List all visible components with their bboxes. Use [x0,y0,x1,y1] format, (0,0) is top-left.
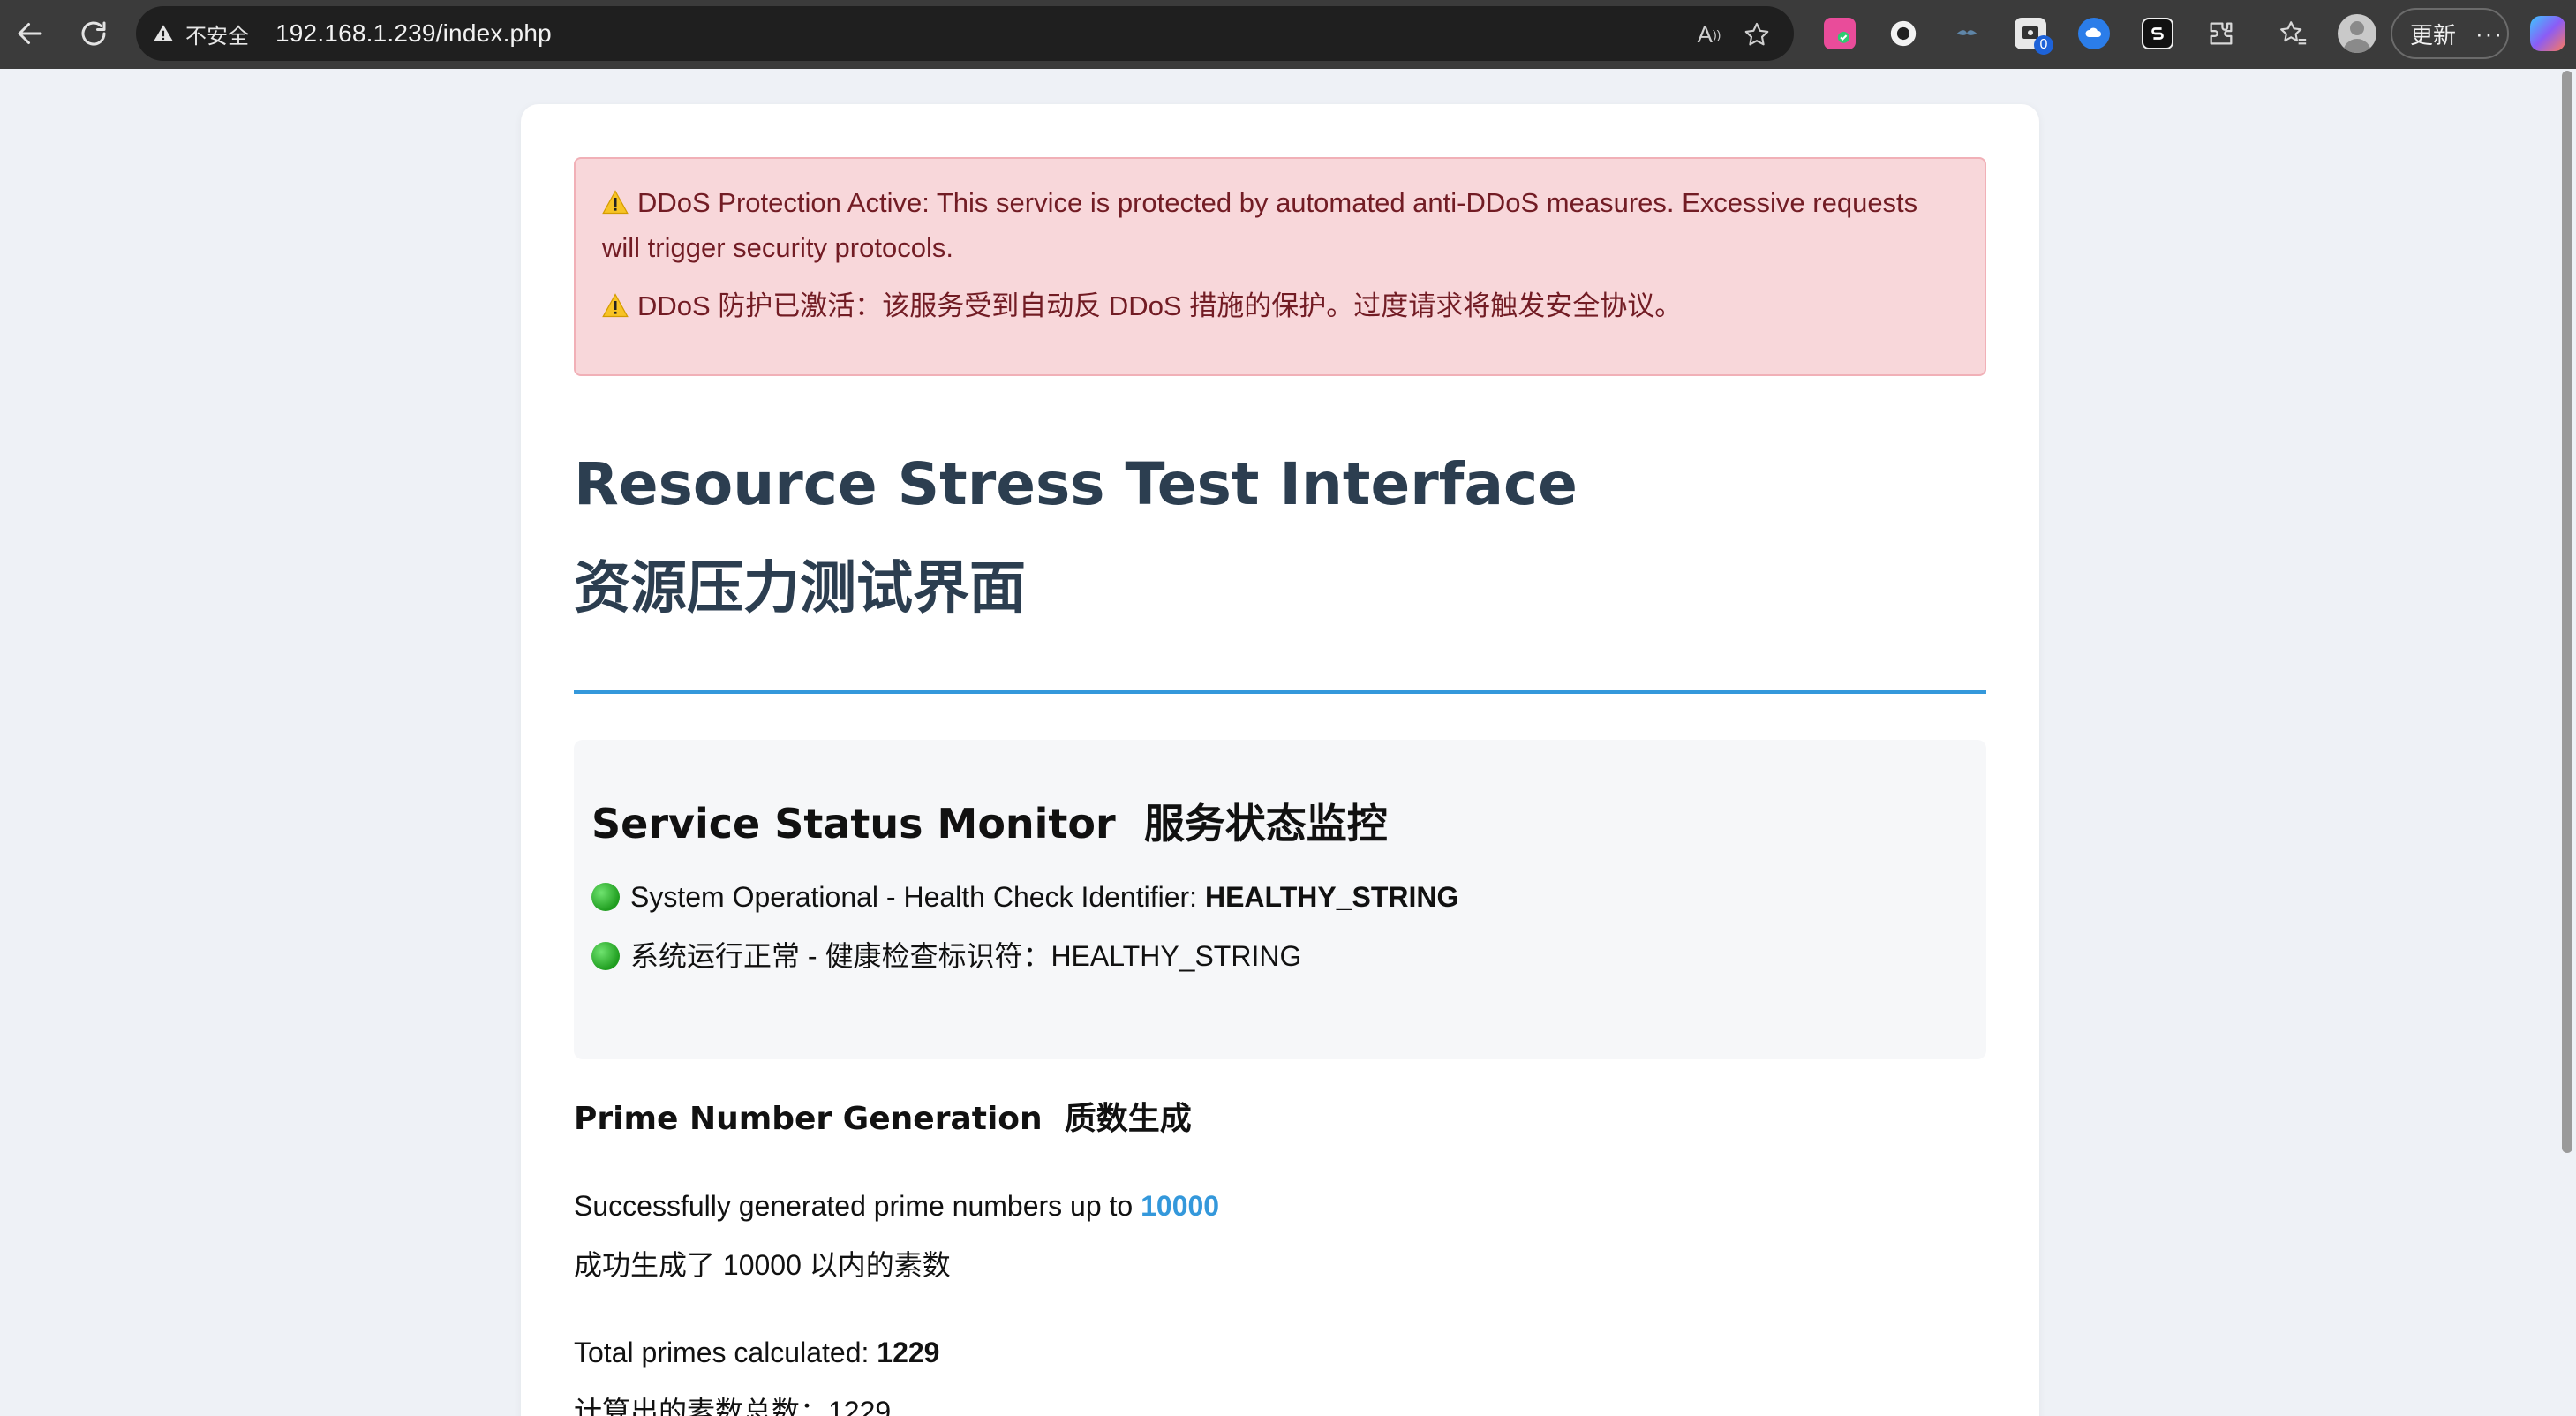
alert-line-en: DDoS Protection Active: This service is … [602,180,1958,270]
page-title-zh: 资源压力测试界面 [574,556,1026,620]
prime-limit-value: 10000 [1141,1190,1220,1222]
green-circle-icon [591,942,620,970]
title-divider [574,690,1986,694]
profile-avatar[interactable] [2338,14,2376,53]
favorite-star-icon[interactable] [1741,19,1773,50]
status-heading-zh: 服务状态监控 [1143,800,1388,847]
green-circle-icon [591,883,620,911]
status-heading: Service Status Monitor 服务状态监控 [591,803,1388,844]
read-aloud-icon[interactable]: A)) [1693,19,1725,50]
prime-heading-en: Prime Number Generation [574,1101,1043,1137]
browser-toolbar: 不安全 192.168.1.239/index.php A)) 0 更新 ··· [0,0,2576,69]
favorites-icon[interactable] [2278,18,2309,49]
extension-icon[interactable] [1824,18,1856,49]
url-text[interactable]: 192.168.1.239/index.php [275,19,552,48]
prime-total-text: Total primes calculated: 1229 [574,1338,939,1367]
cloud-extension-icon[interactable] [2078,18,2110,49]
status-line-en: System Operational - Health Check Identi… [591,883,1458,911]
prime-total-value: 1229 [877,1337,940,1368]
prime-generated-text: Successfully generated prime numbers up … [574,1192,1219,1220]
bird-extension-icon[interactable] [1951,18,1983,49]
back-icon[interactable] [9,12,51,55]
update-button[interactable]: 更新 ··· [2391,8,2509,59]
ddos-alert: DDoS Protection Active: This service is … [574,157,1986,376]
status-line-zh-text: 系统运行正常 - 健康检查标识符：HEALTHY_STRING [630,940,1302,972]
prime-heading-zh: 质数生成 [1064,1101,1192,1137]
prime-heading: Prime Number Generation 质数生成 [574,1103,1192,1135]
page-scrollbar[interactable] [2562,71,2572,1153]
warning-icon [602,190,629,215]
health-identifier: HEALTHY_STRING [1204,881,1459,913]
status-heading-en: Service Status Monitor [591,800,1116,847]
alert-text-en: DDoS Protection Active: This service is … [602,187,1918,263]
insecure-label[interactable]: 不安全 [185,19,249,49]
service-status-panel: Service Status Monitor 服务状态监控 System Ope… [574,740,1986,1059]
reload-icon[interactable] [72,12,115,55]
extension-badge: 0 [2034,35,2053,55]
extensions-puzzle-icon[interactable] [2205,18,2237,49]
s-extension-icon[interactable] [2142,18,2173,49]
warning-icon[interactable] [152,21,177,46]
status-line-en-prefix: System Operational - Health Check Identi… [630,881,1205,913]
more-menu-icon[interactable]: ··· [2475,20,2504,48]
page-viewport: DDoS Protection Active: This service is … [0,69,2576,1416]
page-title: Resource Stress Test Interface [574,450,1578,518]
copilot-icon[interactable] [2530,16,2565,51]
prime-generated-text-zh: 成功生成了 10000 以内的素数 [574,1249,951,1281]
address-bar[interactable]: 不安全 192.168.1.239/index.php A)) [136,6,1794,61]
prime-total-text-zh: 计算出的素数总数：1229 [574,1396,892,1416]
warning-icon [602,293,629,318]
prime-total-prefix: Total primes calculated: [574,1337,877,1368]
alert-line-zh: DDoS 防护已激活：该服务受到自动反 DDoS 措施的保护。过度请求将触发安全… [602,283,1958,328]
content-card: DDoS Protection Active: This service is … [521,104,2039,1416]
prime-generated-prefix: Successfully generated prime numbers up … [574,1190,1141,1222]
status-line-zh: 系统运行正常 - 健康检查标识符：HEALTHY_STRING [591,942,1301,970]
alert-text-zh: DDoS 防护已激活：该服务受到自动反 DDoS 措施的保护。过度请求将触发安全… [637,290,1683,321]
update-label: 更新 [2410,21,2457,49]
circle-extension-icon[interactable] [1887,18,1919,49]
